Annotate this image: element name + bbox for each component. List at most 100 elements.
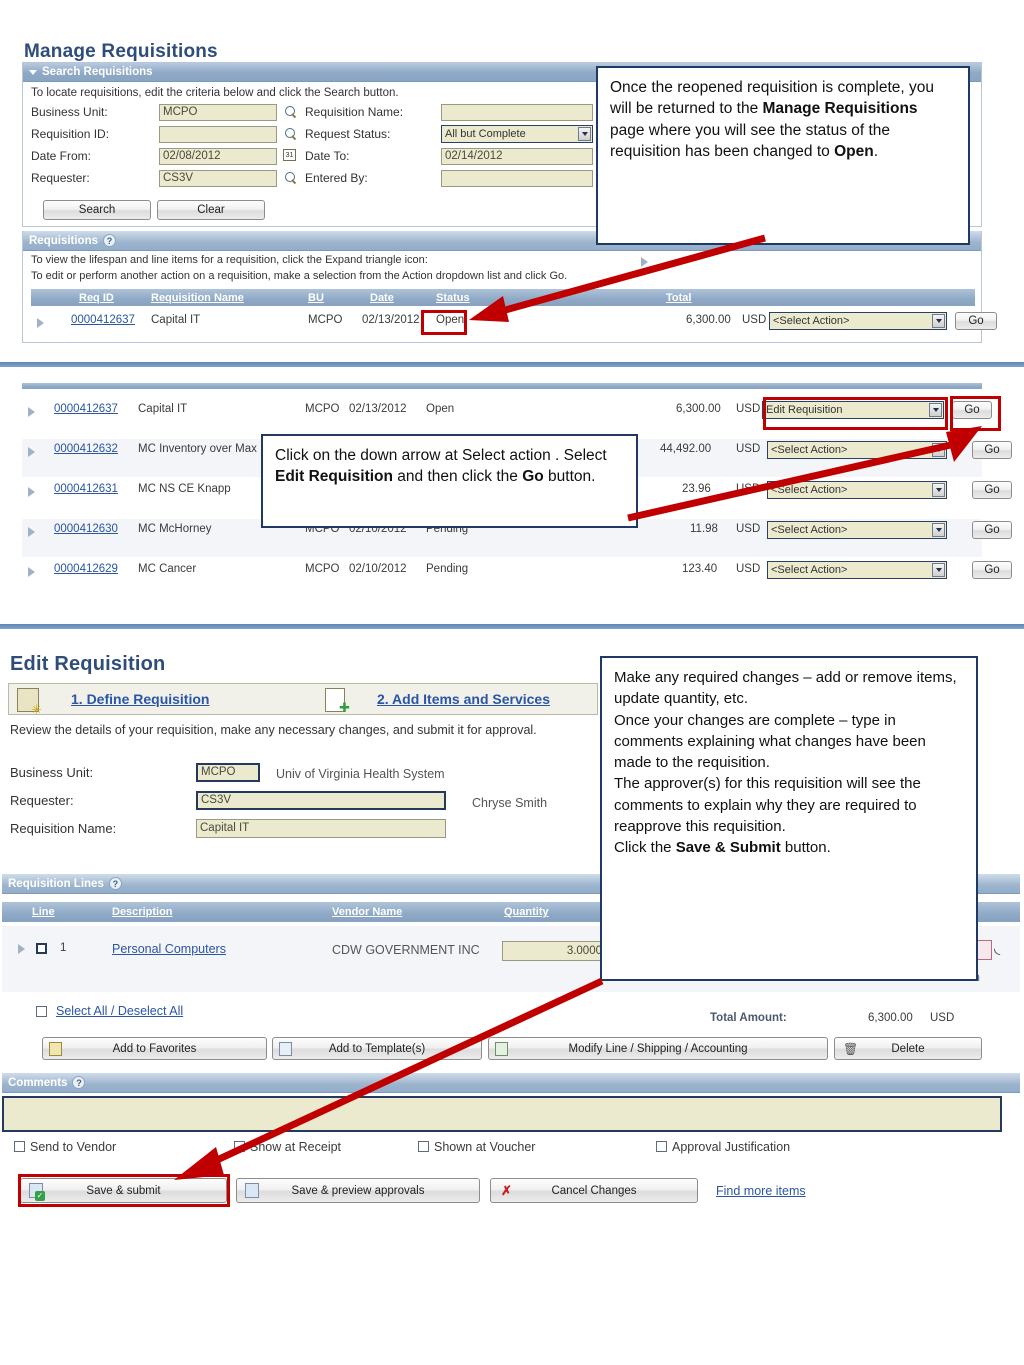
callout-make-changes: Make any required changes – add or remov… [600, 656, 978, 981]
expand-triangle-icon[interactable] [28, 447, 35, 457]
requester-input[interactable]: CS3V [159, 170, 277, 187]
select-action-dropdown[interactable]: <Select Action> [767, 561, 947, 579]
go-button[interactable]: Go [972, 441, 1012, 459]
callout3-bold-save-submit: Save & Submit [675, 839, 781, 857]
column-quantity[interactable]: Quantity [504, 906, 549, 918]
expand-triangle-icon[interactable] [28, 407, 35, 417]
find-more-items-link[interactable]: Find more items [716, 1184, 806, 1198]
chevron-down-icon[interactable] [932, 563, 945, 577]
column-requisition-name[interactable]: Requisition Name [151, 292, 244, 304]
req-currency-cell: USD [736, 483, 761, 495]
req-id-link[interactable]: 0000412632 [54, 443, 118, 455]
edit-business-unit-input[interactable]: MCPO [196, 763, 260, 782]
date-to-input[interactable]: 02/14/2012 [441, 148, 593, 165]
chevron-down-icon[interactable] [932, 443, 945, 457]
search-icon[interactable] [285, 128, 298, 141]
chevron-down-icon[interactable] [578, 127, 591, 141]
requisition-id-input[interactable] [159, 126, 277, 143]
select-action-dropdown[interactable]: <Select Action> [767, 521, 947, 539]
select-action-dropdown[interactable]: <Select Action> [767, 481, 947, 499]
total-amount-currency: USD [930, 1012, 955, 1024]
help-question-icon[interactable]: ? [72, 1076, 86, 1089]
edit-requisition-name-input[interactable]: Capital IT [196, 819, 446, 838]
column-date[interactable]: Date [370, 292, 394, 304]
triangle-down-icon[interactable] [29, 69, 37, 75]
date-from-input[interactable]: 02/08/2012 [159, 148, 277, 165]
req-name-cell: MC McHorney [138, 523, 212, 535]
step-add-items-services[interactable]: 2. Add Items and Services [377, 691, 550, 707]
req-date-cell: 02/13/2012 [349, 403, 407, 415]
line-quantity-input[interactable]: 3.0000 [502, 941, 606, 961]
business-unit-input[interactable]: MCPO [159, 104, 277, 121]
add-to-templates-button[interactable]: Add to Template(s) [272, 1037, 482, 1060]
expand-triangle-icon[interactable] [28, 567, 35, 577]
line-description-link[interactable]: Personal Computers [112, 942, 226, 956]
send-to-vendor-checkbox[interactable] [14, 1141, 25, 1152]
req-name-cell: Capital IT [138, 403, 188, 415]
select-action-dropdown[interactable]: <Select Action> [767, 441, 947, 459]
column-total[interactable]: Total [666, 292, 691, 304]
column-vendor-name[interactable]: Vendor Name [332, 906, 402, 918]
column-status[interactable]: Status [436, 292, 470, 304]
add-to-favorites-button[interactable]: Add to Favorites [42, 1037, 267, 1060]
req-id-link[interactable]: 0000412630 [54, 523, 118, 535]
line-select-checkbox[interactable] [36, 943, 47, 954]
expand-triangle-icon[interactable] [37, 318, 44, 328]
total-amount-value: 6,300.00 [868, 1012, 913, 1024]
clear-button[interactable]: Clear [157, 200, 265, 220]
column-bu[interactable]: BU [308, 292, 324, 304]
chevron-down-icon[interactable] [932, 483, 945, 497]
callout2-text-b: and then click the [392, 468, 523, 486]
go-button[interactable]: Go [972, 481, 1012, 499]
select-all-checkbox[interactable] [36, 1006, 47, 1017]
save-preview-approvals-button[interactable]: Save & preview approvals [236, 1178, 480, 1203]
expand-triangle-icon[interactable] [28, 487, 35, 497]
callout2-bold-edit-requisition: Edit Requisition [275, 468, 393, 486]
go-button[interactable]: Go [972, 521, 1012, 539]
step-define-requisition[interactable]: 1. Define Requisition [71, 691, 209, 707]
expand-triangle-icon[interactable] [641, 257, 648, 267]
req-id-link[interactable]: 0000412637 [54, 403, 118, 415]
entered-by-input[interactable] [441, 170, 593, 187]
help-question-icon[interactable]: ? [103, 234, 117, 247]
speech-bubble-icon[interactable]: ◟ [994, 938, 1000, 958]
comments-textarea[interactable] [2, 1096, 1002, 1132]
search-icon[interactable] [285, 106, 298, 119]
go-button[interactable]: Go [955, 312, 997, 330]
expand-triangle-icon[interactable] [28, 527, 35, 537]
approval-justification-checkbox[interactable] [656, 1141, 667, 1152]
req-status-cell: Pending [426, 563, 469, 575]
select-action-dropdown[interactable]: <Select Action> [769, 312, 947, 330]
requisition-name-input[interactable] [441, 104, 593, 121]
req-id-link[interactable]: 0000412631 [54, 483, 118, 495]
req-id-link[interactable]: 0000412629 [54, 563, 118, 575]
req-id-link[interactable]: 0000412637 [71, 314, 135, 326]
cancel-changes-button[interactable]: ✗ Cancel Changes [490, 1178, 698, 1203]
show-at-receipt-checkbox[interactable] [234, 1141, 245, 1152]
column-description[interactable]: Description [112, 906, 173, 918]
request-status-select[interactable]: All but Complete [441, 125, 593, 143]
favorites-icon [49, 1041, 62, 1056]
column-req-id[interactable]: Req ID [79, 292, 114, 304]
help-question-icon[interactable]: ? [108, 877, 122, 890]
search-button[interactable]: Search [43, 200, 151, 220]
modify-line-button[interactable]: Modify Line / Shipping / Accounting [488, 1037, 828, 1060]
chevron-down-icon[interactable] [932, 523, 945, 537]
chevron-down-icon[interactable] [932, 314, 945, 328]
go-button[interactable]: Go [972, 561, 1012, 579]
expand-triangle-icon[interactable] [18, 944, 25, 954]
req-total-cell: 44,492.00 [660, 443, 712, 455]
preview-icon [245, 1183, 259, 1198]
calendar-icon[interactable]: 31 [283, 149, 296, 161]
show-at-receipt-label: Show at Receipt [250, 1140, 342, 1154]
req-bu-cell: MCPO [308, 314, 343, 326]
wizard-steps-bar: ✳ 1. Define Requisition ✚ 2. Add Items a… [8, 683, 598, 717]
edit-requester-input[interactable]: CS3V [196, 791, 446, 810]
column-line[interactable]: Line [32, 906, 55, 918]
delete-button[interactable]: 🗑 Delete [834, 1037, 982, 1060]
shown-at-voucher-checkbox[interactable] [418, 1141, 429, 1152]
select-all-link[interactable]: Select All / Deselect All [56, 1004, 183, 1018]
entered-by-label: Entered By: [305, 171, 368, 185]
search-icon[interactable] [285, 172, 298, 185]
edit-requisition-dropdown-highlight [763, 397, 948, 430]
